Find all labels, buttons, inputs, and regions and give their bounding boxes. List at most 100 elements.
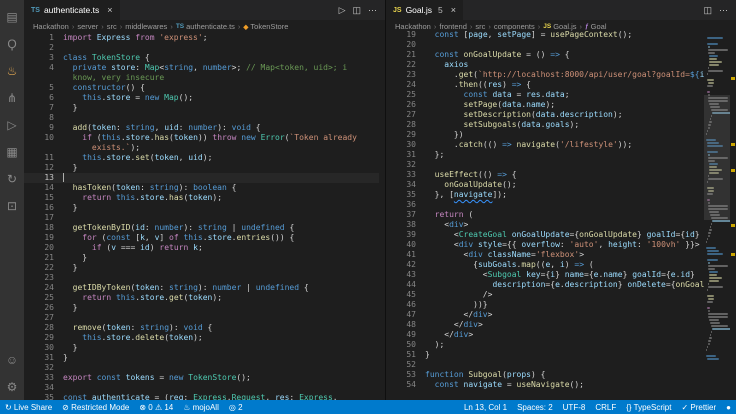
code-line[interactable]: 35 const authenticate = (req: Express. Req…	[24, 393, 379, 400]
search-icon[interactable]: Ϙ	[0, 30, 24, 57]
breadcrumb-item[interactable]: middlewares	[125, 22, 167, 31]
code-line[interactable]: 31 };	[386, 150, 704, 160]
code-line[interactable]: 25 const data = res.data;	[386, 90, 704, 100]
code-line[interactable]: 4 private store: Map<string, number>; //…	[24, 63, 379, 73]
code-line[interactable]: 19 const [page, setPage] = usePageContex…	[386, 30, 704, 40]
code-line[interactable]: 44 description={e.description} onDelete=…	[386, 280, 704, 290]
code-line[interactable]: 21 }	[24, 253, 379, 263]
code-line[interactable]: 26 }	[24, 303, 379, 313]
notifications-bell[interactable]: ●	[721, 400, 736, 414]
code-line[interactable]: 23	[24, 273, 379, 283]
cursor-position[interactable]: Ln 13, Col 1	[459, 400, 512, 414]
code-line[interactable]: 32	[386, 160, 704, 170]
code-line[interactable]: 10 if (this.store.has(token)) throw new …	[24, 133, 379, 143]
remote-explorer-icon[interactable]: ⊡	[0, 192, 24, 219]
code-line[interactable]: 5 constructor() {	[24, 83, 379, 93]
minimap-slider[interactable]	[704, 95, 730, 221]
split-editor-icon[interactable]: ◫	[352, 5, 361, 16]
code-line[interactable]: 50 );	[386, 340, 704, 350]
code-line[interactable]: 45 />	[386, 290, 704, 300]
source-control-icon[interactable]: ⋔	[0, 84, 24, 111]
code-line[interactable]: 33 export const tokens = new TokenStore()…	[24, 373, 379, 383]
code-line[interactable]: 34 onGoalUpdate();	[386, 180, 704, 190]
code-line[interactable]: 2	[24, 43, 379, 53]
encoding[interactable]: UTF-8	[558, 400, 591, 414]
tab-goal-js[interactable]: JS Goal.js 5 ×	[386, 0, 465, 20]
eol[interactable]: CRLF	[590, 400, 621, 414]
code-line[interactable]: 20	[386, 40, 704, 50]
ports-status[interactable]: ◎ 2	[224, 400, 248, 414]
breadcrumb-item[interactable]: src	[107, 22, 117, 31]
more-actions-icon[interactable]: ⋯	[719, 5, 728, 16]
code-line[interactable]: 3 class TokenStore {	[24, 53, 379, 63]
breadcrumb-item[interactable]: Hackathon	[33, 22, 69, 31]
code-line[interactable]: 35 }, [navigate]);	[386, 190, 704, 200]
breadcrumb-item[interactable]: server	[77, 22, 98, 31]
code-line[interactable]: 20 if (v === id) return k;	[24, 243, 379, 253]
code-line[interactable]: 29 this.store.delete(token);	[24, 333, 379, 343]
code-line[interactable]: 54 const navigate = useNavigate();	[386, 380, 704, 390]
code-line[interactable]: 17	[24, 213, 379, 223]
code-line[interactable]: 48 </div>	[386, 320, 704, 330]
code-line[interactable]: 27 setDescription(data.description);	[386, 110, 704, 120]
code-line[interactable]: 53 function Subgoal(props) {	[386, 370, 704, 380]
code-line[interactable]: 28 setSubgoals(data.goals);	[386, 120, 704, 130]
code-line[interactable]: 51}	[386, 350, 704, 360]
code-line[interactable]: 26 setPage(data.name);	[386, 100, 704, 110]
code-line[interactable]: 31}	[24, 353, 379, 363]
code-line[interactable]: 24 getIDByToken(token: string): number |…	[24, 283, 379, 293]
account-icon[interactable]: ☺	[0, 346, 24, 373]
explorer-icon[interactable]: ▤	[0, 3, 24, 30]
code-line[interactable]: 28 remove(token: string): void {	[24, 323, 379, 333]
code-line[interactable]: 16 }	[24, 203, 379, 213]
code-line[interactable]: 46 ))}	[386, 300, 704, 310]
code-line[interactable]: 6 this.store = new Map();	[24, 93, 379, 103]
run-debug-icon[interactable]: ▷	[0, 111, 24, 138]
restricted-mode-button[interactable]: ⊘ Restricted Mode	[57, 400, 134, 414]
close-icon[interactable]: ×	[107, 5, 112, 15]
code-line[interactable]: 18 getTokenByID(id: number): string | un…	[24, 223, 379, 233]
code-line[interactable]: 39 <CreateGoal onGoalUpdate={onGoalUpdat…	[386, 230, 704, 240]
code-line[interactable]: 24 .then((res) => {	[386, 80, 704, 90]
code-line[interactable]: 25 return this.store.get(token);	[24, 293, 379, 303]
code-line[interactable]: 47 </div>	[386, 310, 704, 320]
code-line[interactable]: 29 })	[386, 130, 704, 140]
code-line[interactable]: 22 axios	[386, 60, 704, 70]
code-line[interactable]: 1 import Express from 'express';	[24, 33, 379, 43]
prettier-status[interactable]: ✓ Prettier	[676, 400, 721, 414]
code-line[interactable]: 40 <div style={{ overflow: 'auto', heigh…	[386, 240, 704, 250]
code-line[interactable]: 19 for (const [k, v] of this.store.entri…	[24, 233, 379, 243]
close-icon[interactable]: ×	[451, 5, 456, 15]
code-line[interactable]: 33 useEffect(() => {	[386, 170, 704, 180]
split-editor-icon[interactable]: ◫	[703, 5, 712, 16]
live-share-icon[interactable]: ↻	[0, 165, 24, 192]
code-line[interactable]: 30 .catch(() => navigate('/lifestyle'));	[386, 140, 704, 150]
code-line[interactable]: 8	[24, 113, 379, 123]
code-line[interactable]: 14 hasToken(token: string): boolean {	[24, 183, 379, 193]
code-line[interactable]: 38 <div>	[386, 220, 704, 230]
run-icon[interactable]: ▷	[339, 5, 346, 16]
code-line[interactable]: 23 .get(`http://localhost:8000/api/user/…	[386, 70, 704, 80]
code-line[interactable]: 30 }	[24, 343, 379, 353]
code-line[interactable]: 32	[24, 363, 379, 373]
code-line[interactable]: 42 {subGoals.map((e, i) => (	[386, 260, 704, 270]
mojo-extension-icon[interactable]: ♨	[0, 57, 24, 84]
breadcrumb-item[interactable]: TS authenticate.ts	[176, 22, 235, 31]
live-share-button[interactable]: ↻ Live Share	[0, 400, 57, 414]
settings-gear-icon[interactable]: ⚙	[0, 373, 24, 400]
code-line[interactable]: 12 }	[24, 163, 379, 173]
code-line[interactable]: 34	[24, 383, 379, 393]
code-line[interactable]: 43 <Subgoal key={i} name={e.name} goalId…	[386, 270, 704, 280]
problems-button[interactable]: ⊗ 0 ⚠ 14	[134, 400, 178, 414]
code-line[interactable]: 36	[386, 200, 704, 210]
more-actions-icon[interactable]: ⋯	[368, 5, 377, 16]
mojo-status[interactable]: ♨ mojoAll	[178, 400, 224, 414]
code-line[interactable]: 27	[24, 313, 379, 323]
code-line[interactable]: 22 }	[24, 263, 379, 273]
extensions-icon[interactable]: ▦	[0, 138, 24, 165]
code-line[interactable]: 9 add(token: string, uid: number): void …	[24, 123, 379, 133]
language-mode[interactable]: {} TypeScript	[621, 400, 676, 414]
minimap[interactable]	[704, 33, 732, 400]
code-line[interactable]: 37 return (	[386, 210, 704, 220]
code-line[interactable]: 7 }	[24, 103, 379, 113]
